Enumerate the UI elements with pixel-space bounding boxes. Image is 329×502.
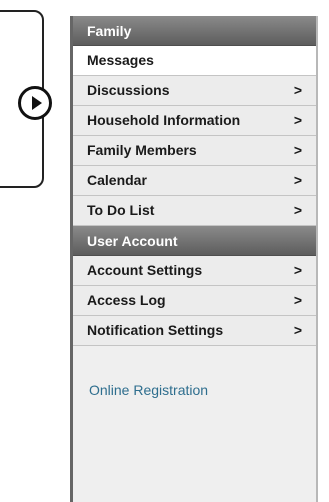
menu-item-label: Notification Settings xyxy=(87,322,224,338)
menu-item-messages[interactable]: Messages xyxy=(73,46,316,76)
menu-item-label: Account Settings xyxy=(87,262,203,278)
menu-item-discussions[interactable]: Discussions > xyxy=(73,76,316,106)
menu-item-label: Messages xyxy=(87,52,154,68)
chevron-right-icon: > xyxy=(293,142,302,158)
menu-item-notification-settings[interactable]: Notification Settings > xyxy=(73,316,316,346)
menu-item-household-information[interactable]: Household Information > xyxy=(73,106,316,136)
chevron-right-icon: > xyxy=(293,292,302,308)
chevron-right-icon: > xyxy=(293,322,302,338)
online-registration-link[interactable]: Online Registration xyxy=(73,382,316,398)
chevron-right-icon: > xyxy=(293,172,302,188)
menu-item-access-log[interactable]: Access Log > xyxy=(73,286,316,316)
menu-item-to-do-list[interactable]: To Do List > xyxy=(73,196,316,226)
menu-item-label: Calendar xyxy=(87,172,147,188)
menu-item-label: Household Information xyxy=(87,112,241,128)
menu-item-calendar[interactable]: Calendar > xyxy=(73,166,316,196)
chevron-right-icon: > xyxy=(293,202,302,218)
side-menu: Family Messages Discussions > Household … xyxy=(70,16,318,502)
menu-item-account-settings[interactable]: Account Settings > xyxy=(73,256,316,286)
section-header-family: Family xyxy=(73,16,316,46)
chevron-right-icon: > xyxy=(293,262,302,278)
menu-item-label: Discussions xyxy=(87,82,170,98)
chevron-right-icon: > xyxy=(293,112,302,128)
menu-item-label: Family Members xyxy=(87,142,197,158)
section-header-user-account: User Account xyxy=(73,226,316,256)
chevron-right-icon: > xyxy=(293,82,302,98)
circle-right-arrow-icon[interactable] xyxy=(18,86,52,120)
menu-item-label: Access Log xyxy=(87,292,166,308)
menu-item-label: To Do List xyxy=(87,202,155,218)
menu-item-family-members[interactable]: Family Members > xyxy=(73,136,316,166)
